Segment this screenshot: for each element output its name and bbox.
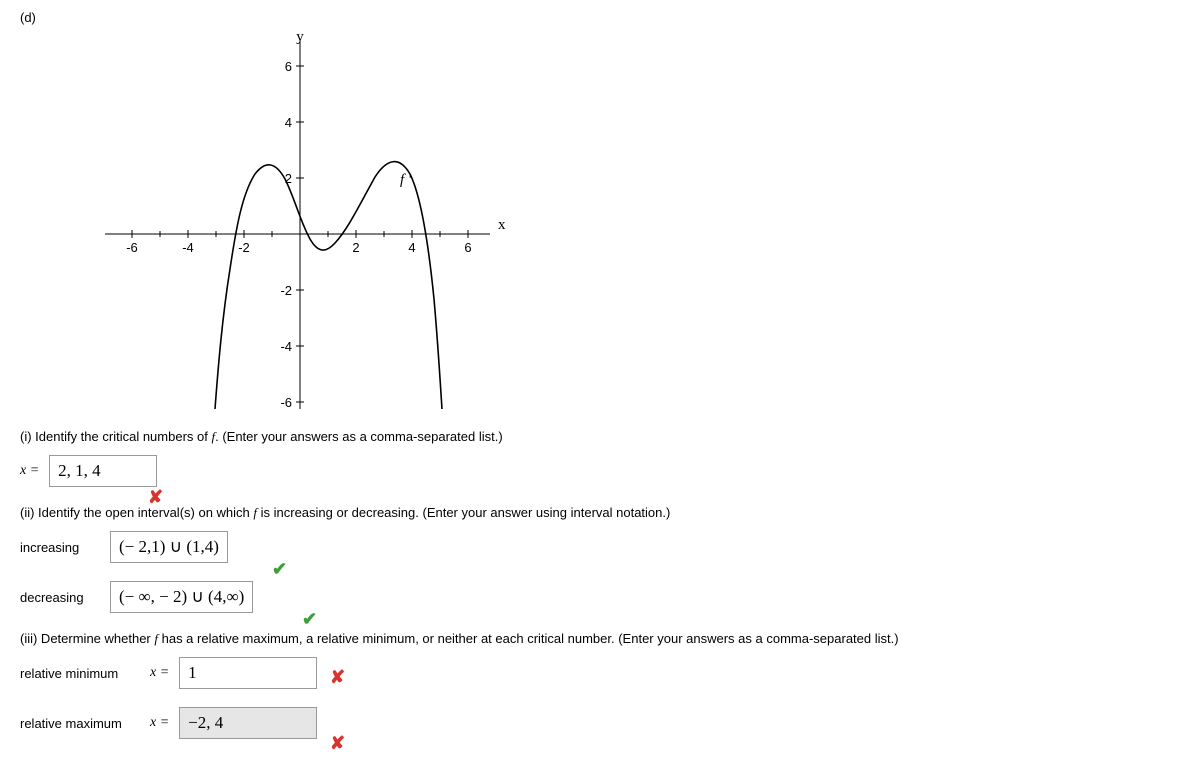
xtick--2: -2 (238, 240, 250, 255)
xtick-6: 6 (464, 240, 471, 255)
curve-path (215, 162, 442, 409)
q1-answer-input[interactable]: 2, 1, 4 (49, 455, 157, 487)
xtick--6: -6 (126, 240, 138, 255)
y-axis-label: y (296, 29, 304, 45)
xtick-4: 4 (408, 240, 415, 255)
q3-min-xeq: x = (150, 665, 169, 681)
q3-max-label: relative maximum (20, 716, 140, 731)
q2-row-increasing: increasing (− 2,1) ∪ (1,4) (20, 531, 1180, 563)
ytick--2: -2 (280, 283, 292, 298)
graph-svg: -6 -4 -2 2 4 6 2 4 6 (90, 29, 510, 409)
q3-min-input[interactable]: 1 (179, 657, 317, 689)
xtick-2: 2 (352, 240, 359, 255)
check-icon: ✔ (302, 609, 317, 630)
q3-row-max: relative maximum x = −2, 4 (20, 707, 1180, 739)
q1-prompt: (i) Identify the critical numbers of f. … (20, 429, 1180, 445)
q2-increasing-label: increasing (20, 540, 100, 555)
ytick-2: 2 (285, 171, 292, 186)
q1-answer-row: x = 2, 1, 4 (20, 455, 1180, 487)
q2-prompt: (ii) Identify the open interval(s) on wh… (20, 505, 1180, 521)
ytick--6: -6 (280, 395, 292, 409)
ytick--4: -4 (280, 339, 292, 354)
q3-max-input[interactable]: −2, 4 (179, 707, 317, 739)
graph-container: -6 -4 -2 2 4 6 2 4 6 (90, 29, 1180, 409)
xtick--4: -4 (182, 240, 194, 255)
q2-decreasing-label: decreasing (20, 590, 100, 605)
ytick-6: 6 (285, 59, 292, 74)
q3-prompt: (iii) Determine whether f has a relative… (20, 631, 1180, 647)
cross-icon: ✘ (330, 733, 345, 754)
q2-decreasing-input[interactable]: (− ∞, − 2) ∪ (4,∞) (110, 581, 253, 613)
x-axis-label: x (498, 217, 506, 233)
ytick-4: 4 (285, 115, 292, 130)
q1-xeq-label: x = (20, 463, 39, 479)
part-label: (d) (20, 10, 1180, 25)
cross-icon: ✘ (330, 667, 345, 688)
check-icon: ✔ (272, 559, 287, 580)
cross-icon: ✘ (148, 487, 163, 508)
q2-increasing-input[interactable]: (− 2,1) ∪ (1,4) (110, 531, 228, 563)
q3-row-min: relative minimum x = 1 (20, 657, 1180, 689)
q3-min-label: relative minimum (20, 666, 140, 681)
q2-row-decreasing: decreasing (− ∞, − 2) ∪ (4,∞) (20, 581, 1180, 613)
